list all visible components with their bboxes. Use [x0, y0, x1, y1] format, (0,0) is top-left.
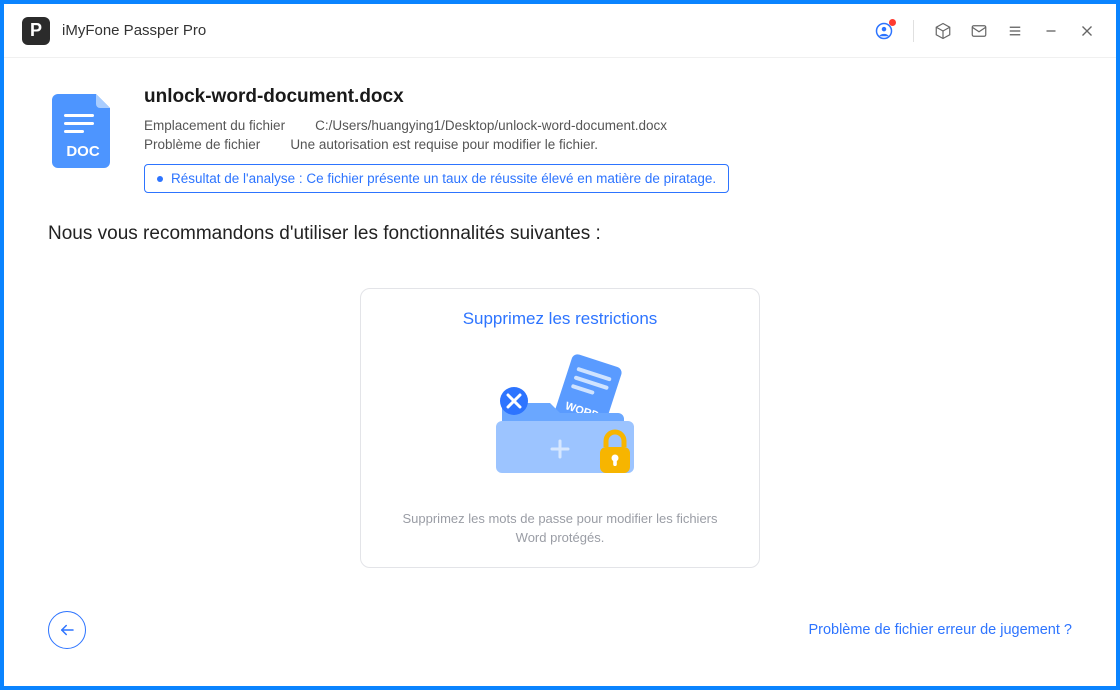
mail-icon[interactable] [968, 20, 990, 42]
recommend-heading: Nous vous recommandons d'utiliser les fo… [48, 223, 1072, 245]
card-title: Supprimez les restrictions [463, 309, 658, 329]
back-button[interactable] [48, 611, 86, 649]
app-logo: P [22, 17, 50, 45]
doc-icon: DOC [48, 86, 118, 168]
minimize-button[interactable] [1040, 20, 1062, 42]
package-icon[interactable] [932, 20, 954, 42]
file-issue-label: Problème de fichier [144, 137, 260, 152]
file-issue-value: Une autorisation est requise pour modifi… [290, 137, 598, 152]
file-location-label: Emplacement du fichier [144, 118, 285, 133]
card-description: Supprimez les mots de passe pour modifie… [387, 509, 733, 548]
menu-icon[interactable] [1004, 20, 1026, 42]
file-location-value: C:/Users/huangying1/Desktop/unlock-word-… [315, 118, 667, 133]
help-link[interactable]: Problème de fichier erreur de jugement ? [808, 622, 1072, 638]
svg-text:DOC: DOC [66, 143, 100, 160]
card-illustration-icon: WORD [460, 343, 660, 493]
close-button[interactable] [1076, 20, 1098, 42]
analysis-result: Résultat de l'analyse : Ce fichier prése… [144, 164, 729, 193]
file-info-row: DOC unlock-word-document.docx Emplacemen… [48, 86, 1072, 193]
file-name: unlock-word-document.docx [144, 86, 1072, 108]
account-icon[interactable] [873, 20, 895, 42]
divider [913, 20, 914, 42]
bullet-icon [157, 176, 163, 182]
analysis-text: Résultat de l'analyse : Ce fichier prése… [171, 171, 716, 186]
remove-restrictions-card[interactable]: Supprimez les restrictions WORD [360, 288, 760, 568]
titlebar: P iMyFone Passper Pro [4, 4, 1116, 58]
app-title: iMyFone Passper Pro [62, 22, 206, 39]
